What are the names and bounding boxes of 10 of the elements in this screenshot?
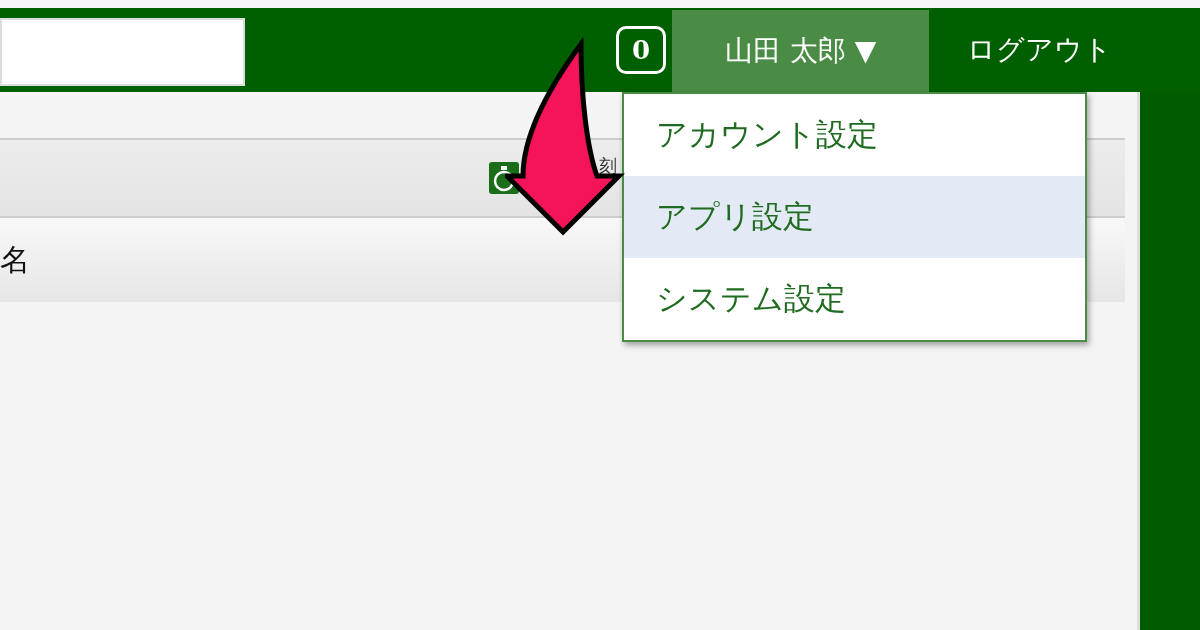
- notification-count[interactable]: 0: [616, 26, 666, 74]
- menu-item[interactable]: アプリ設定: [624, 176, 1085, 258]
- menu-item[interactable]: アカウント設定: [624, 94, 1085, 176]
- toolbar-label: 刻: [599, 154, 617, 178]
- column-header-label: 名: [0, 240, 30, 279]
- user-menu-button[interactable]: 山田 太郎 ▼: [672, 10, 929, 92]
- menu-item[interactable]: システム設定: [624, 258, 1085, 340]
- curved-arrow-icon: [505, 38, 625, 238]
- logout-link[interactable]: ログアウト: [967, 31, 1112, 69]
- search-field[interactable]: [0, 18, 245, 86]
